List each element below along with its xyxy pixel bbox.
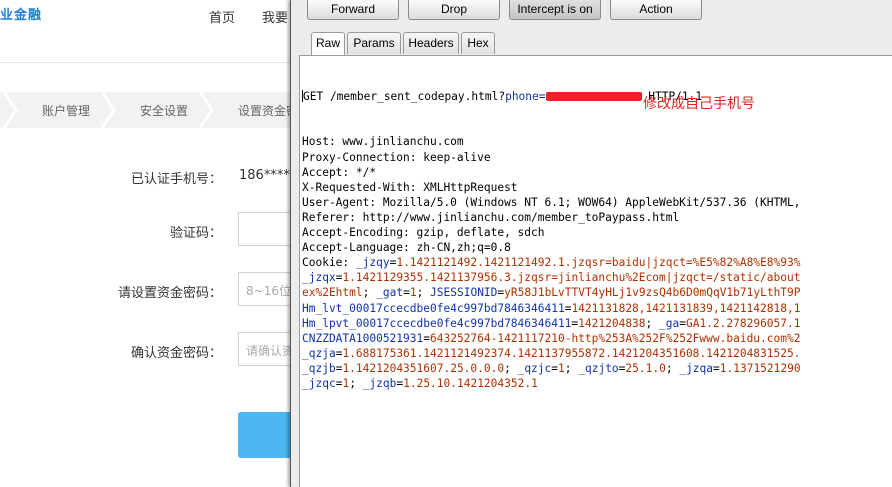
cookie-value: 1.1421204351607.25.0.0.0 <box>342 361 505 375</box>
cookie-separator: ; <box>504 361 518 375</box>
cookie-name: Hm_lvt_00017ccecdbe0fe4c997bd7846346411 <box>302 301 565 315</box>
cookie-value: 1 <box>558 361 565 375</box>
verify-code-label: 验证码： <box>169 226 222 241</box>
burp-intercept-window: Forward Drop Intercept is on Action Raw … <box>290 0 892 487</box>
cookie-separator: ; <box>564 361 579 375</box>
verified-phone-label: 已认证手机号： <box>130 172 222 187</box>
cookie-separator: = <box>551 361 559 375</box>
confirm-password-label: 确认资金密码： <box>130 346 222 361</box>
tab-raw[interactable]: Raw <box>311 32 345 55</box>
cookie-line: _jzqc=1; _jzqb=1.25.10.1421204352.1 <box>302 376 801 391</box>
cookie-separator: Cookie: <box>302 256 356 270</box>
cookie-name: _jzqb <box>362 376 397 390</box>
breadcrumb-steps: 账户管理 安全设置 设置资金密 <box>0 92 300 128</box>
cookie-line: _qzja=1.688175361.1421121492374.14211379… <box>302 346 801 361</box>
cookie-value: GA1.2.278296057.1 <box>685 316 801 330</box>
cookie-separator: ; <box>349 376 363 390</box>
cookie-name: _qzjb <box>302 361 336 375</box>
cookie-value: 1421131828,1421131839,1421142818,1 <box>571 301 801 315</box>
phone-param[interactable]: phone= <box>505 90 545 103</box>
cookie-separator: ; <box>645 316 660 330</box>
header-line: X-Requested-With: XMLHttpRequest <box>302 180 518 194</box>
cookie-separator: = <box>713 361 720 375</box>
cookie-separator: = <box>423 331 430 345</box>
nav-invest-link[interactable]: 我要 <box>262 7 288 26</box>
header-divider <box>0 62 300 63</box>
cookie-separator: ; <box>665 361 680 375</box>
cookie-separator: ; <box>416 286 431 300</box>
header-line: User-Agent: Mozilla/5.0 (Windows NT 6.1;… <box>302 195 801 209</box>
cookie-line: _qzjb=1.1421204351607.25.0.0.0; _qzjc=1;… <box>302 361 801 376</box>
cookie-name: _qzja <box>302 346 336 360</box>
annotation-change-phone: 修改成自己手机号 <box>643 96 755 112</box>
cookie-value: 1.1421129355.1421137956.3.jzqsr=jinlianc… <box>342 271 801 285</box>
step-chevron-icon <box>198 92 214 128</box>
intercept-toolbar: Forward Drop Intercept is on Action <box>291 0 892 30</box>
cookie-name: _jzqa <box>679 361 714 375</box>
tab-hex[interactable]: Hex <box>461 32 495 54</box>
cookie-name: Hm_lpvt_00017ccecdbe0fe4c997bd7846346411 <box>302 316 572 330</box>
site-brand-logo: 业金融 <box>0 8 43 23</box>
cookie-value: 643252764-1421117210-http%253A%252F%252F… <box>430 331 801 345</box>
step-chevron-icon <box>2 92 18 128</box>
cookie-separator: = <box>679 316 686 330</box>
tab-params[interactable]: Params <box>347 32 401 54</box>
website-background: 业金融 首页 我要 账户管理 安全设置 设置资金密 已认证手机号： 186***… <box>0 0 300 487</box>
action-button[interactable]: Action <box>610 0 702 20</box>
header-line: Referer: http://www.jinlianchu.com/membe… <box>302 210 680 224</box>
cookie-name: CNZZDATA1000521931 <box>302 331 424 345</box>
cookie-value: 1.25.10.1421204352.1 <box>403 376 538 390</box>
fund-password-label: 请设置资金密码： <box>117 286 222 301</box>
forward-button[interactable]: Forward <box>307 0 399 20</box>
step-security-settings[interactable]: 安全设置 <box>140 102 188 119</box>
header-line: Accept: */* <box>302 165 377 179</box>
cookie-name: _gat <box>376 286 404 300</box>
redacted-phone-number <box>545 92 642 102</box>
cookie-line: CNZZDATA1000521931=643252764-1421117210-… <box>302 331 801 346</box>
cookie-name: _jzqy <box>355 256 390 270</box>
tab-headers[interactable]: Headers <box>403 32 459 54</box>
cookie-value: 1421204838 <box>578 316 646 330</box>
cookie-line: Hm_lpvt_00017ccecdbe0fe4c997bd7846346411… <box>302 316 801 331</box>
header-line: Accept-Language: zh-CN,zh;q=0.8 <box>302 241 511 255</box>
cookie-name: JSESSIONID <box>430 286 498 300</box>
header-line: Proxy-Connection: keep-alive <box>302 150 491 164</box>
cookie-name: _qzjc <box>517 361 552 375</box>
cookie-value: yR58J1bLvTTVT4yHLj1v9zsQ4b6D0mQqV1b71yLt… <box>504 286 801 300</box>
cookie-name: _jzqc <box>302 376 336 390</box>
step-chevron-icon <box>100 92 116 128</box>
nav-home-link[interactable]: 首页 <box>209 7 235 26</box>
step-account-management[interactable]: 账户管理 <box>42 102 90 119</box>
cookie-value: 1.688175361.1421121492374.1421137955872.… <box>342 346 801 360</box>
message-tabs: Raw Params Headers Hex <box>291 30 892 55</box>
header-line: Host: www.jinlianchu.com <box>302 135 464 149</box>
cookie-name: _qzjto <box>578 361 619 375</box>
step-set-fund-password[interactable]: 设置资金密 <box>238 102 298 119</box>
cookie-value: 1.1371521290 <box>719 361 801 375</box>
cookie-name: _ga <box>659 316 680 330</box>
cookie-separator: ; <box>362 286 377 300</box>
cookie-value: 25.1.0 <box>625 361 666 375</box>
cookie-value: 1 <box>409 286 417 300</box>
header-line: Accept-Encoding: gzip, deflate, sdch <box>302 226 545 240</box>
raw-request-editor[interactable]: GET /member_sent_codepay.html?phone= HTT… <box>299 55 892 487</box>
cookie-line: Hm_lvt_00017ccecdbe0fe4c997bd7846346411=… <box>302 301 801 316</box>
verified-phone-value: 186**** <box>239 168 290 183</box>
cookie-separator: = <box>403 286 410 300</box>
cookie-line: _jzqx=1.1421129355.1421137956.3.jzqsr=ji… <box>302 270 801 285</box>
intercept-toggle-button[interactable]: Intercept is on <box>509 0 601 20</box>
cookie-line: Cookie: _jzqy=1.1421121492.1421121492.1.… <box>302 255 801 270</box>
cookie-value: ex%2Ehtml <box>302 286 363 300</box>
cookie-line: ex%2Ehtml; _gat=1; JSESSIONID=yR58J1bLvT… <box>302 285 801 300</box>
cookie-value: 1.1421121492.1421121492.1.jzqsr=baidu|jz… <box>396 256 801 270</box>
drop-button[interactable]: Drop <box>408 0 500 20</box>
cookie-name: _jzqx <box>302 271 336 285</box>
